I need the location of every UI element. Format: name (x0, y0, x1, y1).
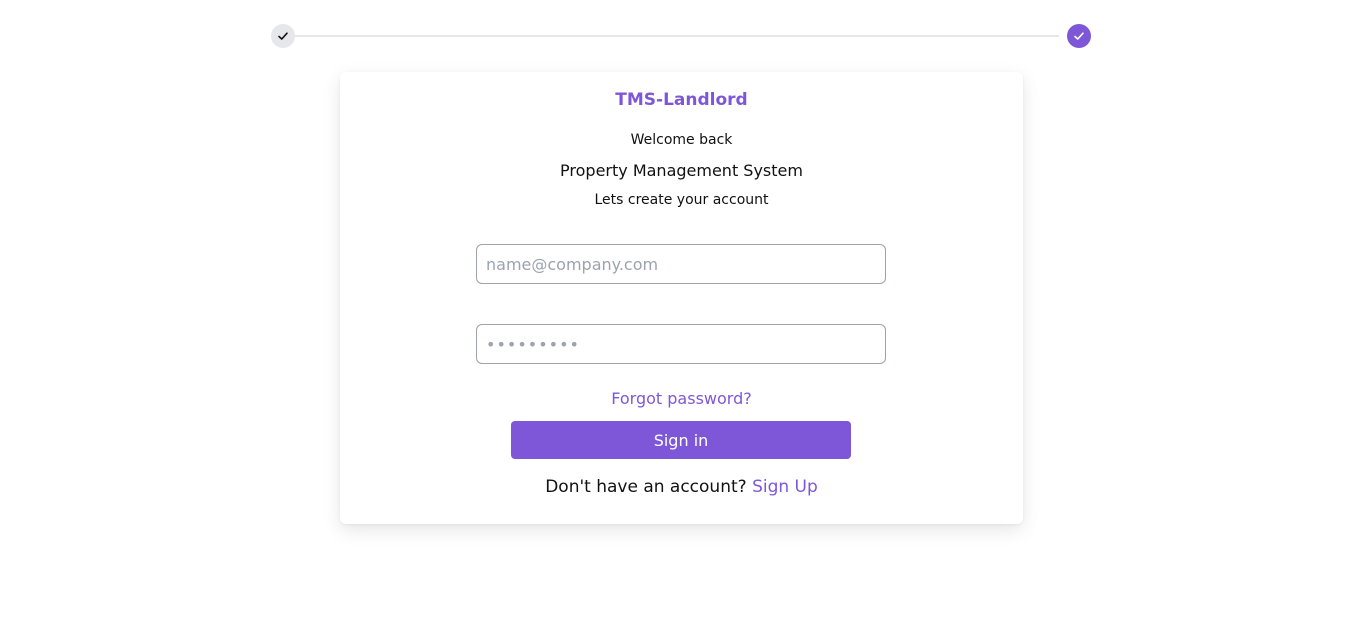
check-icon (1074, 32, 1084, 40)
subtitle-text: Lets create your account (594, 192, 769, 208)
signup-prompt: Don't have an account? Sign Up (340, 477, 1023, 497)
step-2-indicator[interactable] (1067, 24, 1091, 48)
check-icon (278, 32, 288, 40)
progress-stepper (271, 24, 1091, 48)
password-input[interactable] (476, 324, 886, 364)
stepper-connector-line (295, 35, 1059, 37)
forgot-password-link[interactable]: Forgot password? (340, 389, 1023, 408)
signup-prompt-text: Don't have an account? (545, 477, 747, 497)
sign-in-button[interactable]: Sign in (511, 421, 851, 459)
welcome-text: Welcome back (630, 132, 733, 148)
email-input[interactable] (476, 244, 886, 284)
brand-title: TMS-Landlord (615, 90, 748, 110)
signin-card: TMS-Landlord Welcome back Property Manag… (340, 72, 1023, 524)
step-1-indicator[interactable] (271, 24, 295, 48)
sign-up-link[interactable]: Sign Up (752, 477, 818, 497)
system-name: Property Management System (560, 161, 803, 180)
